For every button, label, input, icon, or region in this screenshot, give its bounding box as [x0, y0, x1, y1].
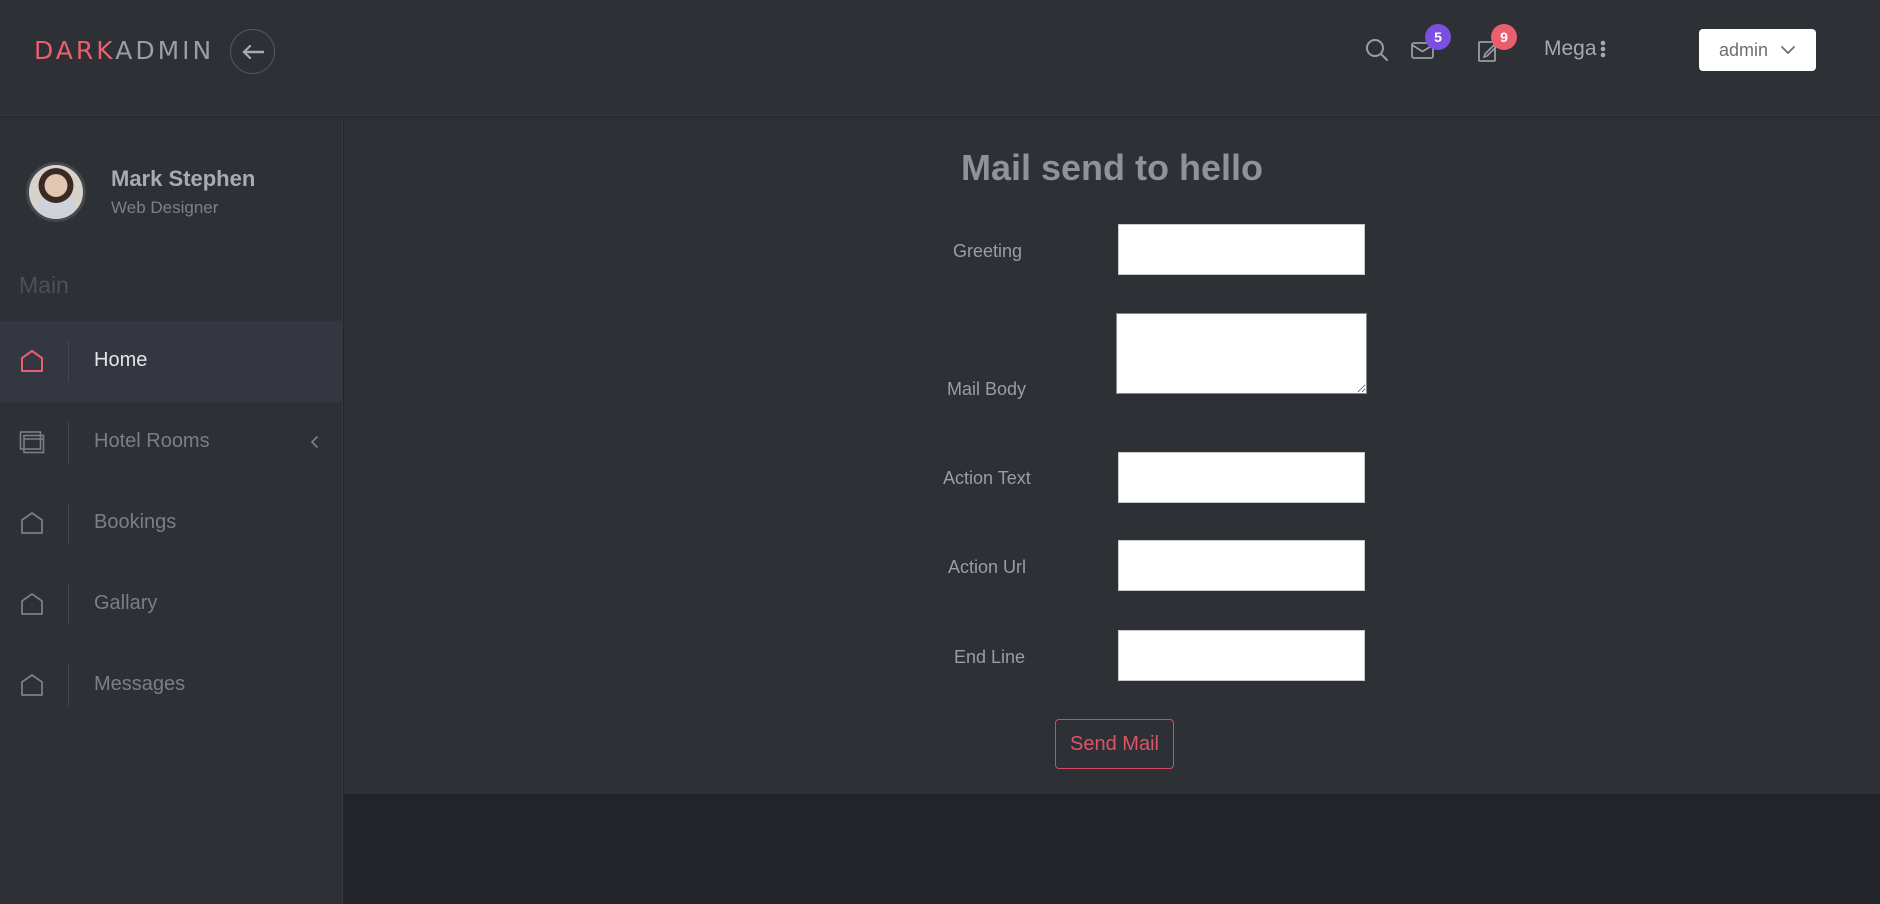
page-title: Mail send to hello	[960, 147, 1264, 188]
action-text-label: Action Text	[943, 468, 1031, 488]
sidebar-item-hotel-rooms[interactable]: Hotel Rooms	[0, 402, 343, 483]
mail-count-badge: 5	[1425, 24, 1451, 50]
more-vertical-icon	[1600, 40, 1605, 58]
sidebar-item-label: Bookings	[94, 511, 177, 533]
avatar	[26, 162, 86, 222]
nav-divider	[68, 665, 69, 706]
home-icon	[21, 674, 43, 696]
nav-divider	[68, 341, 69, 382]
brand-part-1: DARK	[34, 36, 116, 65]
nav-divider	[68, 422, 69, 463]
search-icon[interactable]	[1364, 37, 1390, 63]
chevron-left-icon	[311, 436, 318, 448]
action-text-input[interactable]	[1118, 452, 1365, 503]
sidebar: Mark Stephen Web Designer Main Home Hote…	[0, 117, 343, 904]
sidebar-item-label: Hotel Rooms	[94, 430, 210, 452]
nav-divider	[68, 584, 69, 625]
action-url-label: Action Url	[948, 557, 1027, 577]
action-url-input[interactable]	[1118, 540, 1365, 591]
profile-role: Web Designer	[111, 198, 219, 217]
sidebar-item-messages[interactable]: Messages	[0, 645, 343, 726]
user-profile: Mark Stephen Web Designer	[26, 162, 255, 222]
end-line-label: End Line	[954, 647, 1026, 667]
sidebar-item-label: Gallary	[94, 592, 158, 614]
user-dropdown-button[interactable]: admin	[1699, 29, 1816, 71]
greeting-label: Greeting	[953, 241, 1023, 261]
profile-name: Mark Stephen	[111, 166, 256, 191]
user-dropdown-label: admin	[1718, 39, 1769, 60]
window-stack-icon	[19, 431, 45, 454]
sidebar-item-gallary[interactable]: Gallary	[0, 564, 343, 645]
mega-menu-label: Mega	[1544, 37, 1597, 60]
greeting-input[interactable]	[1118, 224, 1365, 275]
top-header: DARKADMIN 5 9 Mega admin	[0, 0, 1880, 116]
home-icon	[21, 593, 43, 615]
nav-divider	[68, 503, 69, 544]
sidebar-item-label: Messages	[94, 673, 186, 695]
sidebar-toggle-button[interactable]	[230, 29, 275, 74]
sidebar-item-label: Home	[94, 349, 148, 371]
brand-part-2: ADMIN	[115, 36, 215, 65]
mega-menu-trigger[interactable]: Mega	[1544, 37, 1607, 61]
main-panel: Mail send to hello Greeting Mail Body Ac…	[344, 117, 1880, 794]
sidebar-section-label: Main	[19, 272, 69, 298]
chevron-down-icon	[1781, 46, 1795, 54]
arrow-left-icon	[242, 44, 264, 59]
mail-body-label: Mail Body	[947, 379, 1027, 399]
home-icon	[21, 512, 43, 534]
send-mail-button[interactable]: Send Mail	[1055, 719, 1174, 769]
mail-body-textarea[interactable]	[1116, 313, 1367, 394]
brand-logo[interactable]: DARKADMIN	[34, 36, 214, 65]
sidebar-item-home[interactable]: Home	[0, 321, 343, 402]
tasks-count-badge: 9	[1491, 24, 1517, 50]
end-line-input[interactable]	[1118, 630, 1365, 681]
sidebar-item-bookings[interactable]: Bookings	[0, 483, 343, 564]
home-icon	[21, 350, 43, 372]
